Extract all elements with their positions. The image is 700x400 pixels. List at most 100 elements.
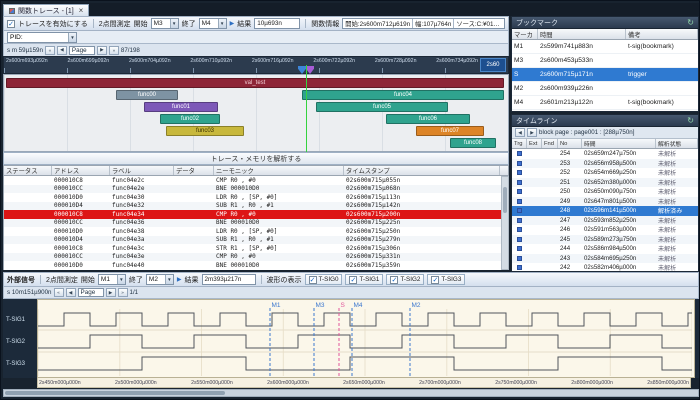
wave-page-prev-button[interactable]: ◀ (66, 288, 76, 297)
trace-row[interactable]: 000010D4func04e3aSUB R1 , R0 , #102s600m… (4, 236, 501, 245)
signal-toggle[interactable]: ✓T-SIG1 (345, 274, 383, 285)
timeline-column-header[interactable]: Fnd (542, 139, 558, 148)
signal-toggle[interactable]: ✓T-SIG2 (386, 274, 424, 285)
gantt-bar[interactable]: val_test (6, 78, 504, 88)
pid-combo[interactable]: PID:▼ (7, 32, 77, 43)
bookmark-row[interactable]: M32s600m453µ533n (512, 54, 698, 68)
page-last-button[interactable]: » (109, 46, 119, 55)
trace-row[interactable]: 000010C8func04e2cCMP R0 , #002s600m715µ0… (4, 176, 501, 185)
bookmark-column-header[interactable]: 時間 (538, 29, 626, 39)
trace-row[interactable]: 000010C8func04e3cSTR R1 , [SP, #0]02s600… (4, 244, 501, 253)
timeline-row[interactable]: 25002s650m090µ750n未解析 (512, 187, 698, 197)
scrollbar-thumb[interactable] (5, 391, 225, 395)
timeline-row[interactable]: 25302s656m958µ500n未解析 (512, 159, 698, 169)
timeline-table[interactable]: 25402s659m247µ750n未解析25302s656m958µ500n未… (512, 149, 698, 272)
timeline-column-header[interactable]: No (558, 139, 582, 148)
measure-end-combo[interactable]: M4▼ (199, 18, 227, 29)
measure-run-icon[interactable]: ▶ (230, 20, 235, 27)
timeline-time: 02s647m801µ500n (582, 197, 656, 207)
waveform-plot-area[interactable]: M1M3SM4M2 (37, 299, 695, 378)
gantt-bar[interactable]: func07 (416, 126, 484, 136)
timeline-column-header[interactable]: 解析状態 (656, 139, 698, 148)
signals-start-combo[interactable]: M1▼ (98, 274, 126, 285)
refresh-icon[interactable]: ↻ (687, 19, 694, 27)
gantt-bar[interactable]: func05 (316, 102, 448, 112)
wave-page-box[interactable]: Page (78, 288, 104, 297)
waveform-hscrollbar[interactable] (3, 389, 699, 397)
enable-trace-checkbox[interactable]: ✓ (7, 20, 15, 28)
trace-table-scrollbar[interactable] (501, 176, 509, 270)
block-next-button[interactable]: ▶ (527, 128, 537, 137)
trace-column-header[interactable]: ラベル (110, 166, 174, 175)
timeline-row[interactable]: 24402s586m984µ500n未解析 (512, 244, 698, 254)
trace-table[interactable]: 000010C8func04e2cCMP R0 , #002s600m715µ0… (3, 176, 501, 270)
timeline-row[interactable]: 24602s591m563µ000n未解析 (512, 225, 698, 235)
bookmark-row[interactable]: S2s600m715µ171ntrigger (512, 68, 698, 82)
trace-row[interactable]: 000010C8func04e34CMP R0 , #002s600m715µ2… (4, 210, 501, 219)
trace-row[interactable]: 000010D0func04e30LDR R0 , [SP, #0]02s600… (4, 193, 501, 202)
wave-page-first-button[interactable]: « (54, 288, 64, 297)
timeline-page-row: ◀ ▶ block page : page001 : [288µ750n] (512, 127, 698, 139)
ruler-tick-marks (4, 68, 508, 73)
tab-title: 関数トレース - [1] (18, 6, 74, 16)
page-first-button[interactable]: « (45, 46, 55, 55)
bookmark-column-header[interactable]: 備考 (626, 29, 698, 39)
trace-cell: 000010D0 (52, 193, 110, 202)
analyze-memory-button[interactable]: トレース・メモリを解析する (3, 152, 509, 165)
wave-page-next-button[interactable]: ▶ (106, 288, 116, 297)
refresh-icon[interactable]: ↻ (687, 117, 694, 125)
timeline-row[interactable]: 24802s596m141µ500n解析済み (512, 206, 698, 216)
timeline-column-header[interactable]: Ext (527, 139, 542, 148)
bookmark-row[interactable]: M22s600m939µ226n (512, 82, 698, 96)
bookmark-column-header[interactable]: マーカ (512, 29, 538, 39)
gantt-bar[interactable]: func01 (144, 102, 218, 112)
signal-toggle[interactable]: ✓T-SIG3 (427, 274, 465, 285)
trace-column-header[interactable]: タイムスタンプ (344, 166, 500, 175)
trace-cursor-line[interactable] (306, 65, 307, 152)
bookmarks-table[interactable]: M12s599m741µ883nt-sig(bookmark)M32s600m4… (512, 40, 698, 110)
waveform-canvas[interactable]: M1M3SM4M2 (38, 300, 692, 378)
timeline-row[interactable]: 24902s647m801µ500n未解析 (512, 197, 698, 207)
tab-function-trace[interactable]: 関数トレース - [1] × (3, 4, 89, 16)
trace-column-header[interactable]: アドレス (52, 166, 110, 175)
page-next-button[interactable]: ▶ (97, 46, 107, 55)
page-box[interactable]: Page (69, 46, 95, 55)
block-prev-button[interactable]: ◀ (515, 128, 525, 137)
timeline-ruler[interactable]: 2s600m693µ092n2s600m699µ092n2s600m704µ09… (3, 56, 509, 74)
timeline-row[interactable]: 24502s589m273µ750n未解析 (512, 235, 698, 245)
trace-row[interactable]: 000010D4func04e32SUB R1 , R0 , #102s600m… (4, 202, 501, 211)
trace-column-header[interactable]: ニーモニック (214, 166, 344, 175)
timeline-row[interactable]: 25402s659m247µ750n未解析 (512, 149, 698, 159)
signals-end-combo[interactable]: M2▼ (146, 274, 174, 285)
timeline-row[interactable]: 24202s582m406µ000n未解析 (512, 263, 698, 272)
signal-toggle[interactable]: ✓T-SIG0 (305, 274, 343, 285)
tab-close-icon[interactable]: × (79, 7, 84, 15)
trace-row[interactable]: 000010D0func04e40BNE 000010D002s600m715µ… (4, 261, 501, 270)
timeline-column-header[interactable]: Trg (512, 139, 527, 148)
timeline-row[interactable]: 25202s654m669µ250n未解析 (512, 168, 698, 178)
trace-row[interactable]: 000010CCfunc04e2eBNE 000010D002s600m715µ… (4, 185, 501, 194)
measure-start-combo[interactable]: M3▼ (151, 18, 179, 29)
gantt-bar[interactable]: func04 (302, 90, 504, 100)
page-prev-button[interactable]: ◀ (57, 46, 67, 55)
gantt-bar[interactable]: func08 (450, 138, 496, 148)
gantt-bar[interactable]: func06 (386, 114, 470, 124)
function-gantt-chart[interactable]: val_test func00 func04 func01 func05 func02 fu… (3, 74, 509, 152)
gantt-bar[interactable]: func02 (160, 114, 220, 124)
gantt-bar[interactable]: func00 (116, 90, 178, 100)
timeline-column-header[interactable]: 時間 (582, 139, 656, 148)
bookmark-row[interactable]: M12s599m741µ883nt-sig(bookmark) (512, 40, 698, 54)
timeline-row[interactable]: 25102s652m380µ000n未解析 (512, 178, 698, 188)
scrollbar-thumb[interactable] (503, 187, 507, 213)
bookmark-row[interactable]: M42s601m213µ122nt-sig(bookmark) (512, 96, 698, 110)
trace-column-header[interactable]: ステータス (4, 166, 52, 175)
trace-column-header[interactable]: データ (174, 166, 214, 175)
wave-page-last-button[interactable]: » (118, 288, 128, 297)
gantt-bar[interactable]: func03 (166, 126, 244, 136)
timeline-row[interactable]: 24302s584m695µ250n未解析 (512, 254, 698, 264)
trace-row[interactable]: 000010D0func04e38LDR R0 , [SP, #0]02s600… (4, 227, 501, 236)
timeline-row[interactable]: 24702s593m852µ250n未解析 (512, 216, 698, 226)
trace-row[interactable]: 000010CCfunc04e36BNE 000010D002s600m715µ… (4, 219, 501, 228)
trace-row[interactable]: 000010CCfunc04e3eCMP R0 , #002s600m715µ3… (4, 253, 501, 262)
measure-run-icon[interactable]: ▶ (177, 276, 182, 283)
